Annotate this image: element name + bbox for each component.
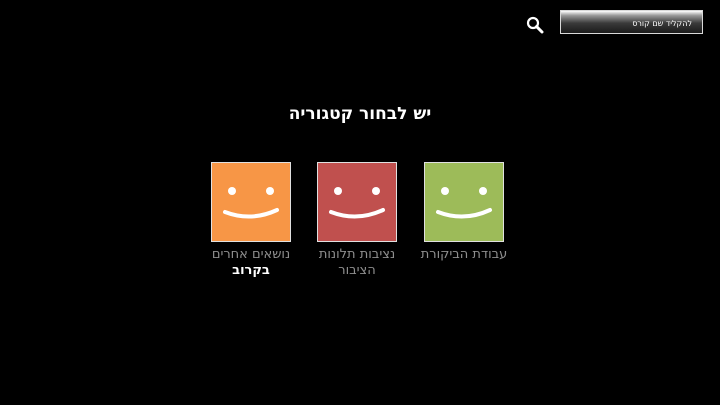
search-icon[interactable] <box>526 16 544 34</box>
category-ombudsman[interactable]: נציבות תלונות הציבור <box>302 162 412 279</box>
page-title: יש לבחור קטגוריה <box>288 104 432 124</box>
category-tile-red[interactable] <box>317 162 397 242</box>
course-search-box[interactable] <box>560 10 703 35</box>
smiley-icon <box>329 187 385 219</box>
category-tile-orange[interactable] <box>211 162 291 242</box>
smiley-icon <box>436 187 492 219</box>
course-search-input[interactable] <box>561 12 702 35</box>
page: יש לבחור קטגוריה עבודת הביקורת נציבות תל… <box>0 0 720 405</box>
smiley-icon <box>223 187 279 219</box>
category-label: נציבות תלונות הציבור <box>318 247 396 278</box>
category-tile-green[interactable] <box>424 162 504 242</box>
category-other-topics[interactable]: נושאים אחרים בקרוב <box>196 162 306 279</box>
category-label: נושאים אחרים <box>211 247 291 262</box>
category-label: עבודת הביקורת <box>420 247 508 262</box>
category-audit-work[interactable]: עבודת הביקורת <box>409 162 519 263</box>
coming-soon-label: בקרוב <box>232 263 270 278</box>
